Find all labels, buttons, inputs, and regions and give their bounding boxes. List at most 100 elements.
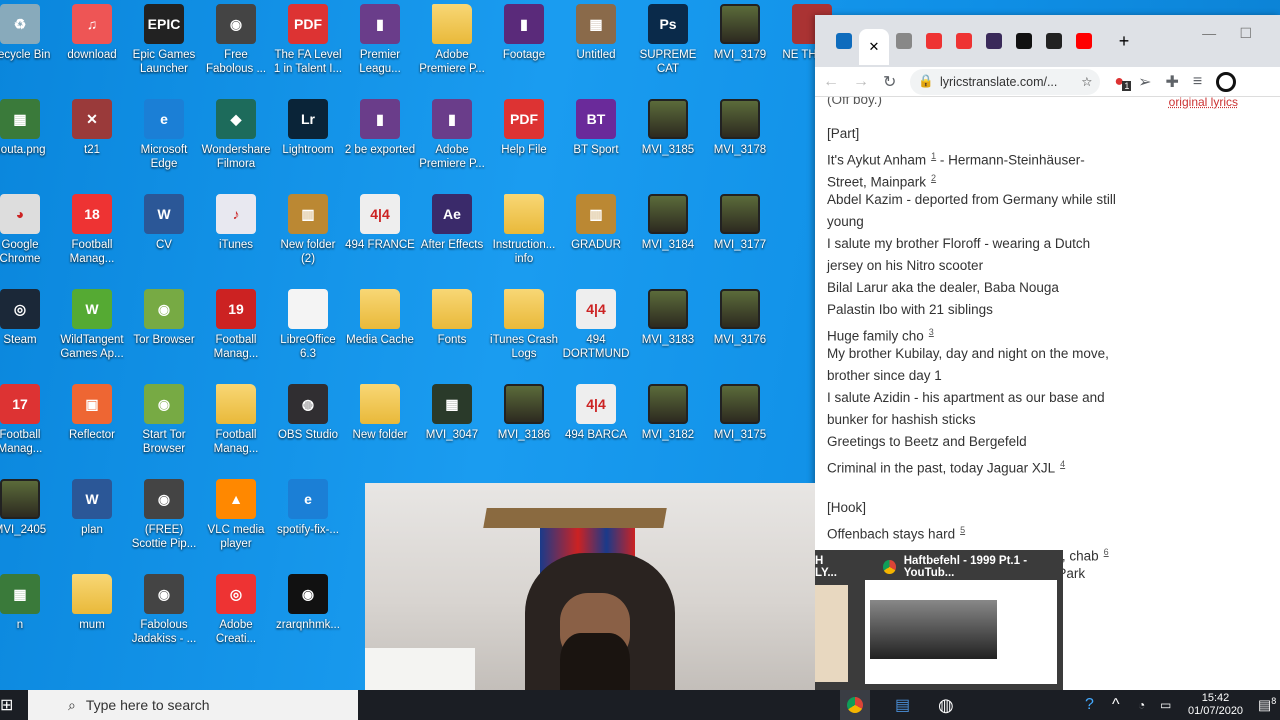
- desktop-icon[interactable]: 18 Football Manag...: [56, 194, 128, 266]
- desktop-icon[interactable]: MVI_3179: [704, 4, 776, 62]
- obs-taskbar-button[interactable]: ◍: [938, 695, 954, 716]
- preview-thumbnail[interactable]: [865, 580, 1057, 684]
- desktop-icon[interactable]: ♫ download: [56, 4, 128, 62]
- desktop-icon[interactable]: MVI_3185: [632, 99, 704, 157]
- desktop-icon[interactable]: LibreOffice 6.3: [272, 289, 344, 361]
- send-icon[interactable]: ➢: [1138, 72, 1151, 92]
- original-lyrics-link[interactable]: original lyrics: [1169, 97, 1238, 113]
- taskbar-search-box[interactable]: ⌕ Type here to search: [28, 690, 358, 720]
- desktop-icon[interactable]: EPIC Epic Games Launcher: [128, 4, 200, 76]
- desktop-icon[interactable]: ◉ Tor Browser: [128, 289, 200, 347]
- forward-button[interactable]: →: [853, 73, 869, 91]
- active-tab-close-button[interactable]: ✕: [859, 29, 889, 65]
- browser-tab[interactable]: [979, 26, 1009, 56]
- desktop-icon[interactable]: Lr Lightroom: [272, 99, 344, 157]
- reload-button[interactable]: ↻: [883, 72, 896, 92]
- desktop-icon[interactable]: ◆ Wondershare Filmora: [200, 99, 272, 171]
- battery-icon[interactable]: ▭: [1160, 698, 1171, 712]
- desktop-icon[interactable]: ◉ (FREE) Scottie Pip...: [128, 479, 200, 551]
- footnote-link[interactable]: 3: [929, 327, 934, 337]
- desktop-icon[interactable]: Adobe Premiere P...: [416, 4, 488, 76]
- desktop-icon[interactable]: W CV: [128, 194, 200, 252]
- desktop-icon[interactable]: MVI_3186: [488, 384, 560, 442]
- desktop-icon[interactable]: Wplan: [56, 479, 128, 537]
- footnote-link[interactable]: 4: [1060, 459, 1065, 469]
- browser-tab[interactable]: [1039, 26, 1069, 56]
- desktop-icon[interactable]: ✕ t21: [56, 99, 128, 157]
- extensions-puzzle-icon[interactable]: ✚: [1165, 72, 1178, 92]
- desktop-icon[interactable]: Fonts: [416, 289, 488, 347]
- desktop-icon[interactable]: W WildTangent Games Ap...: [56, 289, 128, 361]
- desktop-icon[interactable]: MVI_3175: [704, 384, 776, 442]
- desktop-icon[interactable]: 4|4 494 BARCA: [560, 384, 632, 442]
- media-control-icon[interactable]: ≡: [1193, 73, 1202, 91]
- desktop-icon[interactable]: ◎ Adobe Creati...: [200, 574, 272, 646]
- desktop-icon[interactable]: ◉ zrarqnhmk...: [272, 574, 344, 632]
- new-tab-button[interactable]: +: [1109, 26, 1139, 56]
- help-icon[interactable]: ?: [1085, 696, 1094, 714]
- desktop-icon[interactable]: MVI_3183: [632, 289, 704, 347]
- desktop-icon[interactable]: ◍ OBS Studio: [272, 384, 344, 442]
- preview-title[interactable]: Haftbefehl - 1999 Pt.1 - YouTub...: [904, 555, 1063, 579]
- browser-tab[interactable]: [829, 26, 859, 56]
- browser-tab[interactable]: [1069, 26, 1099, 56]
- footnote-link[interactable]: 5: [960, 525, 965, 535]
- desktop-icon[interactable]: e spotify-fix-...: [272, 479, 344, 537]
- desktop-icon[interactable]: mum: [56, 574, 128, 632]
- desktop-icon[interactable]: ▮ Adobe Premiere P...: [416, 99, 488, 171]
- desktop-icon[interactable]: MVI_3182: [632, 384, 704, 442]
- desktop-icon[interactable]: ▦ MVI_3047: [416, 384, 488, 442]
- clock[interactable]: 15:42 01/07/2020: [1188, 692, 1243, 718]
- preview-other-title[interactable]: H LY...: [815, 555, 845, 579]
- bookmark-star-icon[interactable]: ☆: [1081, 74, 1092, 89]
- back-button[interactable]: ←: [823, 73, 839, 91]
- desktop-icon[interactable]: 17 Football Manag...: [0, 384, 56, 456]
- desktop-icon[interactable]: Media Cache: [344, 289, 416, 347]
- wifi-icon[interactable]: ◔: [1138, 698, 1145, 712]
- maximize-button[interactable]: ☐: [1239, 25, 1252, 41]
- desktop-icon[interactable]: New folder: [344, 384, 416, 442]
- footnote-link[interactable]: 2: [931, 173, 936, 183]
- desktop-icon[interactable]: PDF Help File: [488, 99, 560, 157]
- desktop-icon[interactable]: ▮ 2 be exported: [344, 99, 416, 157]
- notifications-button[interactable]: ▤8: [1258, 696, 1276, 714]
- desktop-icon[interactable]: ▮ Premier Leagu...: [344, 4, 416, 76]
- desktop-icon[interactable]: ▦ Untitled: [560, 4, 632, 62]
- desktop-icon[interactable]: ♻ Recycle Bin: [0, 4, 56, 62]
- preview-thumbnail-left[interactable]: [815, 585, 848, 682]
- desktop-icon[interactable]: PDF The FA Level 1 in Talent I...: [272, 4, 344, 76]
- desktop-icon[interactable]: 4|4 494 FRANCE: [344, 194, 416, 252]
- desktop-icon[interactable]: MVI_3177: [704, 194, 776, 252]
- desktop-icon[interactable]: ◎ Steam: [0, 289, 56, 347]
- desktop-icon[interactable]: MVI_2405: [0, 479, 56, 537]
- desktop-icon[interactable]: 19 Football Manag...: [200, 289, 272, 361]
- desktop-icon[interactable]: ♪ iTunes: [200, 194, 272, 252]
- extension-icon[interactable]: ● 1: [1114, 73, 1132, 91]
- browser-tab[interactable]: [889, 26, 919, 56]
- minimize-button[interactable]: —: [1202, 25, 1216, 41]
- browser-tab[interactable]: [919, 26, 949, 56]
- browser-tab[interactable]: [949, 26, 979, 56]
- desktop-icon[interactable]: ◉ Start Tor Browser: [128, 384, 200, 456]
- desktop-icon[interactable]: ◉ Free Fabolous ...: [200, 4, 272, 76]
- desktop-icon[interactable]: ◉ Fabolous Jadakiss - ...: [128, 574, 200, 646]
- desktop-icon[interactable]: Ps SUPREME CAT: [632, 4, 704, 76]
- show-hidden-icons[interactable]: ^: [1112, 696, 1120, 714]
- desktop-icon[interactable]: ▥ New folder (2): [272, 194, 344, 266]
- browser-tab[interactable]: [1009, 26, 1039, 56]
- desktop-icon[interactable]: ▣ Reflector: [56, 384, 128, 442]
- taskbar-preview-popup[interactable]: H LY... Haftbefehl - 1999 Pt.1 - YouTub.…: [815, 550, 1063, 690]
- desktop-icon[interactable]: ▥ GRADUR: [560, 194, 632, 252]
- profile-avatar[interactable]: [1216, 71, 1237, 92]
- desktop-icon[interactable]: MVI_3178: [704, 99, 776, 157]
- desktop-icon[interactable]: ▦ nouta.png: [0, 99, 56, 157]
- desktop-icon[interactable]: e Microsoft Edge: [128, 99, 200, 171]
- desktop-icon[interactable]: ▲ VLC media player: [200, 479, 272, 551]
- address-bar[interactable]: 🔒 lyricstranslate.com/... ☆: [910, 68, 1101, 95]
- desktop-icon[interactable]: Ae After Effects: [416, 194, 488, 252]
- desktop-icon[interactable]: iTunes Crash Logs: [488, 289, 560, 361]
- desktop-icon[interactable]: MVI_3184: [632, 194, 704, 252]
- desktop-icon[interactable]: ▮ Footage: [488, 4, 560, 62]
- chrome-taskbar-button[interactable]: [840, 690, 870, 720]
- desktop-icon[interactable]: ◕ Google Chrome: [0, 194, 56, 266]
